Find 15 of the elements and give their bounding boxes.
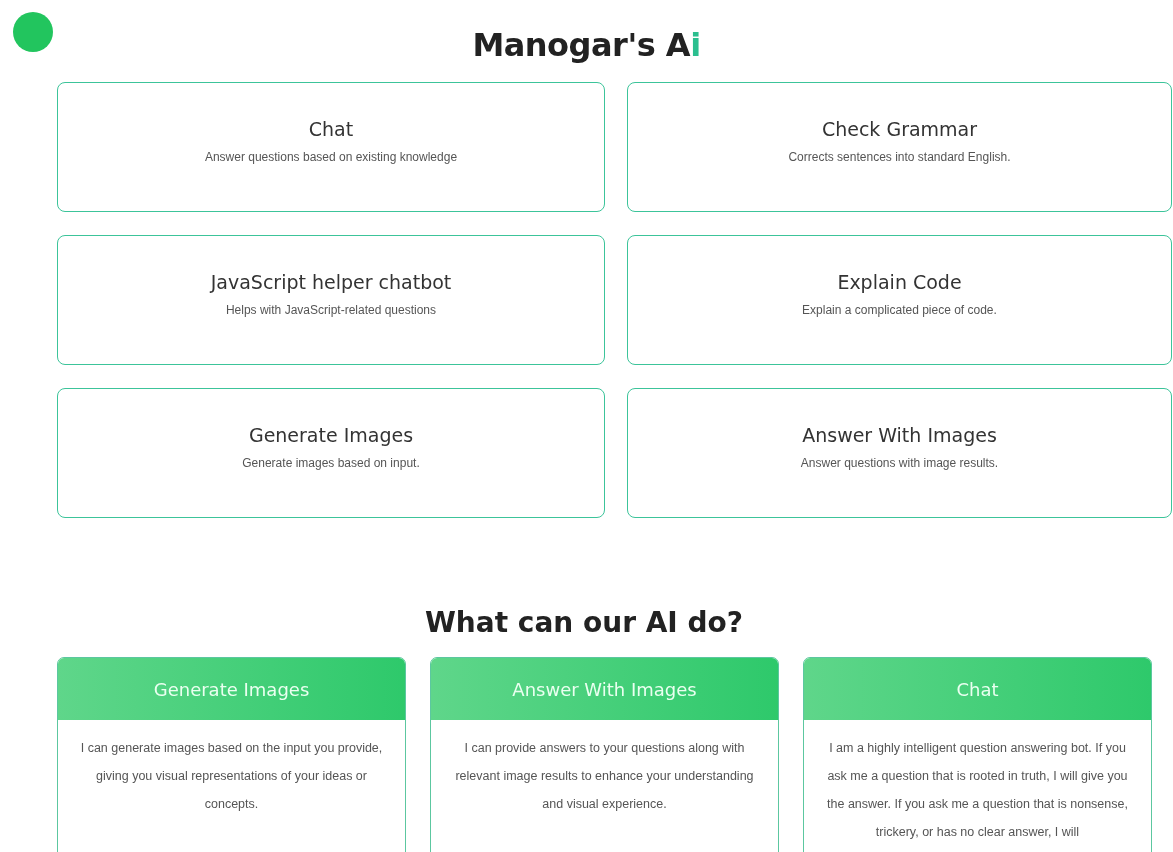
feature-description: I can generate images based on the input you provide, giving you visual representations of your ideas or concepts.	[79, 740, 384, 813]
page-title: Manogar's Ai	[471, 26, 702, 64]
tool-card[interactable]: JavaScript helper chatbot Helps with JavaScript-related questions	[57, 235, 605, 365]
status-dot	[13, 12, 53, 52]
section-heading: What can our AI do?	[423, 606, 745, 639]
tool-card[interactable]: Chat Answer questions based on existing knowledge	[57, 82, 605, 212]
feature-description: I am a highly intelligent question answering bot. If you ask me a question that is rooted in truth, I will give you the answer. If you ask me a question that is nonsense, trickery, or has no clear answer, I will	[826, 740, 1129, 841]
feature-title: Generate Images	[153, 678, 310, 700]
feature-description: I can provide answers to your questions along with relevant image results to enhance your understanding and visual experience.	[454, 740, 755, 813]
feature-title: Answer With Images	[512, 678, 697, 700]
tool-card[interactable]: Generate Images Generate images based on input.	[57, 388, 605, 518]
tool-card[interactable]: Answer With Images Answer questions with image results.	[627, 388, 1172, 518]
tool-card[interactable]: Check Grammar Corrects sentences into standard English.	[627, 82, 1172, 212]
tool-card[interactable]: Explain Code Explain a complicated piece of code.	[627, 235, 1172, 365]
feature-title: Chat	[956, 678, 999, 700]
